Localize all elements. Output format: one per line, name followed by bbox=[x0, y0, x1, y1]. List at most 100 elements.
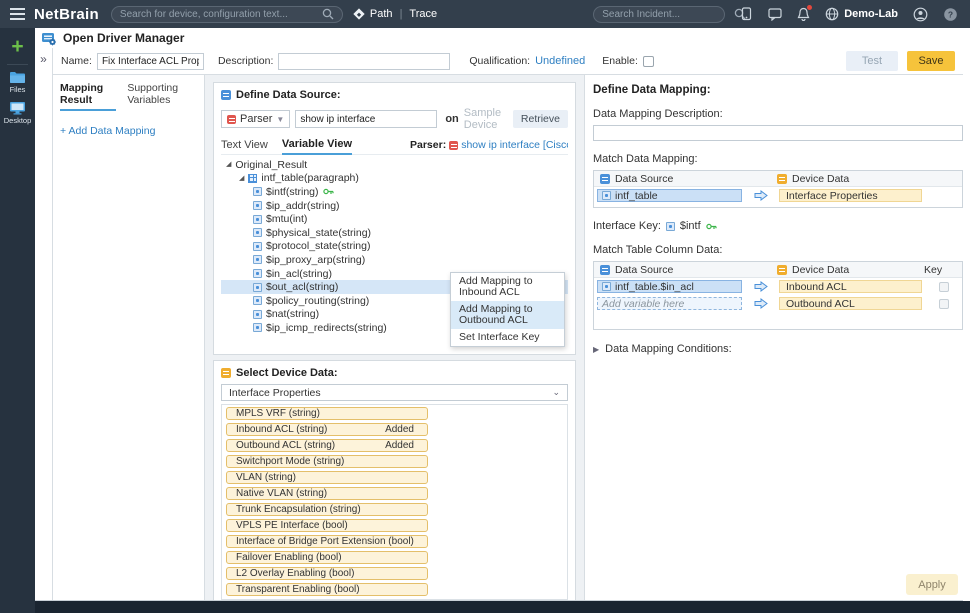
add-data-mapping-link[interactable]: + Add Data Mapping bbox=[60, 125, 197, 137]
mapping-target-cell[interactable]: Inbound ACL bbox=[779, 280, 922, 293]
window-titlebar: Open Driver Manager bbox=[35, 28, 970, 48]
tree-variable-row[interactable]: $ip_addr(string) bbox=[221, 199, 568, 213]
device-data-item[interactable]: Trunk Encapsulation (string) bbox=[226, 503, 428, 516]
tree-variable-row[interactable]: $ip_proxy_arp(string) bbox=[221, 253, 568, 267]
context-menu-item[interactable]: Add Mapping to Outbound ACL bbox=[451, 301, 564, 329]
variable-label: $protocol_state(string) bbox=[266, 240, 370, 252]
netbrain-app: NetBrain Path | Trace bbox=[0, 0, 970, 613]
chat-icon[interactable] bbox=[768, 8, 782, 21]
parser-ref-link[interactable]: show ip interface [Cisco I... bbox=[461, 139, 568, 151]
user-avatar-icon[interactable] bbox=[913, 7, 928, 22]
tenant-label: Demo-Lab bbox=[844, 8, 898, 20]
device-data-category-select[interactable]: Interface Properties ⌄ bbox=[221, 384, 568, 401]
path-button[interactable]: Path bbox=[370, 8, 393, 20]
tree-node-original-result[interactable]: ◢ Original_Result bbox=[221, 158, 568, 172]
tab-variable-view[interactable]: Variable View bbox=[282, 138, 352, 155]
key-checkbox[interactable] bbox=[939, 282, 949, 292]
variable-label: $intf(string) bbox=[266, 186, 319, 198]
tenant-selector[interactable]: Demo-Lab bbox=[825, 7, 898, 21]
mapping-source-cell[interactable]: Add variable here bbox=[597, 297, 742, 310]
variable-icon bbox=[666, 222, 675, 231]
mapping-target-cell[interactable]: Outbound ACL bbox=[779, 297, 922, 310]
search-icon[interactable] bbox=[322, 8, 334, 20]
tab-mapping-result[interactable]: Mapping Result bbox=[60, 82, 116, 111]
device-data-item-label: VLAN (string) bbox=[236, 472, 296, 483]
left-rail: + Files Desktop bbox=[0, 28, 35, 613]
collapse-triangle-icon[interactable]: ◢ bbox=[226, 161, 231, 168]
chevron-down-icon: ⌄ bbox=[552, 387, 560, 398]
help-icon[interactable]: ? bbox=[943, 7, 958, 22]
select-device-data-card: Select Device Data: Interface Properties… bbox=[213, 360, 576, 600]
device-data-item[interactable]: MPLS VRF (string) bbox=[226, 407, 428, 420]
mapping-arrow-icon bbox=[754, 190, 768, 201]
trace-button[interactable]: Trace bbox=[409, 8, 437, 20]
name-input[interactable] bbox=[97, 53, 204, 70]
device-data-item[interactable]: VLAN (string) bbox=[226, 471, 428, 484]
global-search-input[interactable] bbox=[120, 9, 322, 20]
add-new-button[interactable]: + bbox=[11, 36, 23, 57]
tree-node-intf-table[interactable]: ◢ intf_table(paragraph) bbox=[221, 172, 568, 186]
variable-label: $policy_routing(string) bbox=[266, 295, 369, 307]
test-button[interactable]: Test bbox=[846, 51, 898, 71]
parser-select-label: Parser bbox=[240, 113, 272, 125]
data-source-icon bbox=[221, 90, 231, 100]
tree-variable-row[interactable]: $mtu(int) bbox=[221, 212, 568, 226]
device-panel-icon[interactable] bbox=[740, 7, 753, 21]
device-data-item[interactable]: Switchport Mode (string) bbox=[226, 455, 428, 468]
enable-checkbox[interactable] bbox=[643, 56, 654, 67]
apply-button[interactable]: Apply bbox=[906, 574, 958, 595]
match-data-mapping-label: Match Data Mapping: bbox=[593, 153, 955, 165]
col-device-data: Device Data bbox=[792, 264, 849, 276]
mapping-source-value: intf_table bbox=[615, 190, 658, 202]
device-data-item[interactable]: Failover Enabling (bool) bbox=[226, 551, 428, 564]
device-data-item[interactable]: Inbound ACL (string) Added bbox=[226, 423, 428, 436]
qualification-value-link[interactable]: Undefined bbox=[535, 55, 585, 67]
retrieve-button[interactable]: Retrieve bbox=[513, 110, 568, 128]
incident-search bbox=[593, 6, 725, 23]
collapse-panel-icon[interactable]: » bbox=[40, 52, 47, 66]
device-data-item[interactable]: VPLS PE Interface (bool) bbox=[226, 519, 428, 532]
mapping-source-cell[interactable]: intf_table.$in_acl bbox=[597, 280, 742, 293]
tab-text-view[interactable]: Text View bbox=[221, 139, 268, 154]
global-search bbox=[111, 6, 343, 23]
parser-ref-label: Parser: bbox=[410, 139, 446, 151]
data-source-icon bbox=[600, 174, 610, 184]
context-menu-item[interactable]: Set Interface Key bbox=[451, 329, 564, 346]
table-icon bbox=[248, 174, 257, 183]
select-device-data-header: Select Device Data: bbox=[221, 367, 568, 379]
command-input[interactable] bbox=[295, 110, 437, 128]
define-data-mapping-header: Define Data Mapping: bbox=[593, 84, 955, 96]
device-data-item[interactable]: Transparent Enabling (bool) bbox=[226, 583, 428, 596]
nav-divider: | bbox=[400, 8, 403, 20]
tree-variable-row[interactable]: $protocol_state(string) bbox=[221, 240, 568, 254]
notifications-bell-icon[interactable] bbox=[797, 7, 810, 21]
rail-item-files[interactable]: Files bbox=[9, 71, 26, 94]
save-button[interactable]: Save bbox=[907, 51, 955, 71]
hamburger-menu-icon[interactable] bbox=[0, 8, 34, 20]
key-checkbox[interactable] bbox=[939, 299, 949, 309]
incident-search-input[interactable] bbox=[602, 9, 734, 20]
tree-variable-row[interactable]: $physical_state(string) bbox=[221, 226, 568, 240]
device-data-item[interactable]: Native VLAN (string) bbox=[226, 487, 428, 500]
parser-type-select[interactable]: Parser ▼ bbox=[221, 110, 290, 128]
mapping-target-cell[interactable]: Interface Properties bbox=[779, 189, 922, 202]
mapping-description-label: Data Mapping Description: bbox=[593, 108, 955, 120]
variable-icon bbox=[253, 215, 262, 224]
device-data-item[interactable]: NAT Enabling (bool) bbox=[226, 599, 428, 600]
collapse-triangle-icon[interactable]: ◢ bbox=[239, 175, 244, 182]
tree-variable-row[interactable]: $intf(string) bbox=[221, 185, 568, 199]
device-data-item[interactable]: Interface of Bridge Port Extension (bool… bbox=[226, 535, 428, 548]
data-mapping-conditions-toggle[interactable]: ▶ Data Mapping Conditions: bbox=[593, 343, 955, 355]
device-data-item-label: Switchport Mode (string) bbox=[236, 456, 344, 467]
device-data-item[interactable]: Outbound ACL (string) Added bbox=[226, 439, 428, 452]
description-input[interactable] bbox=[278, 53, 450, 70]
mapping-description-input[interactable] bbox=[593, 125, 963, 141]
col-key: Key bbox=[924, 264, 962, 276]
context-menu-item[interactable]: Add Mapping to Inbound ACL bbox=[451, 273, 564, 301]
mapping-source-cell[interactable]: intf_table bbox=[597, 189, 742, 202]
variable-icon bbox=[253, 187, 262, 196]
match-table-column-label: Match Table Column Data: bbox=[593, 244, 955, 256]
tab-supporting-variables[interactable]: Supporting Variables bbox=[127, 82, 197, 111]
device-data-item[interactable]: L2 Overlay Enabling (bool) bbox=[226, 567, 428, 580]
rail-item-desktop[interactable]: Desktop bbox=[4, 101, 32, 125]
